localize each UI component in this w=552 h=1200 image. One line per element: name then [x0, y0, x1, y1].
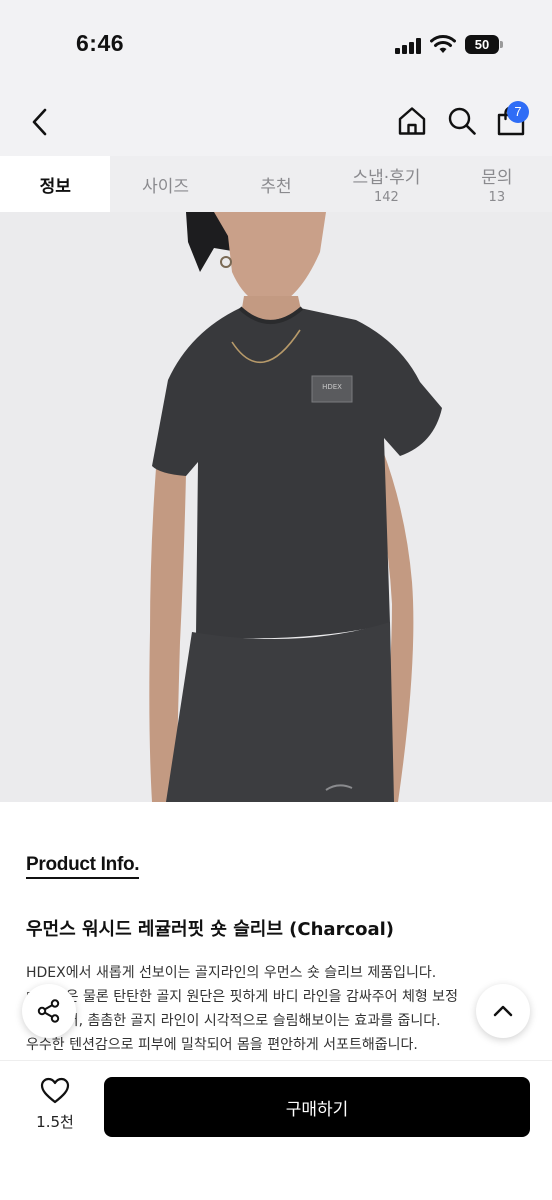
- like-button[interactable]: 1.5천: [26, 1077, 84, 1137]
- description-line: 우수한 텐션감으로 피부에 밀착되어 몸을 편안하게 서포트해줍니다.: [26, 1037, 418, 1053]
- tab-info[interactable]: 정보: [0, 156, 111, 212]
- heart-icon: [40, 1077, 70, 1104]
- cart-count-badge: 7: [507, 101, 529, 123]
- search-button[interactable]: [442, 100, 482, 142]
- buy-button-label: 구매하기: [285, 1099, 349, 1120]
- tab-size[interactable]: 사이즈: [110, 156, 220, 212]
- like-count: 1.5천: [36, 1113, 74, 1131]
- home-icon: [398, 107, 426, 135]
- cellular-signal-icon: [395, 38, 423, 54]
- back-button[interactable]: [20, 102, 60, 142]
- bottom-action-bar: 1.5천 구매하기: [0, 1060, 552, 1200]
- section-title: Product Info.: [26, 854, 140, 879]
- status-time: 6:46: [76, 30, 125, 56]
- status-bar: 6:46 50: [0, 0, 552, 88]
- logo-patch-text: HDEX: [322, 383, 342, 391]
- description-line: □□□어, 촘촘한 골지 라인이 시각적으로 슬림해보이는 효과를 줍니다.: [26, 1013, 441, 1029]
- search-icon: [448, 107, 476, 135]
- share-button[interactable]: [22, 984, 76, 1038]
- tab-label: 추천: [260, 176, 292, 197]
- description-line: HDEX에서 새롭게 선보이는 골지라인의 우먼스 숏 슬리브 제품입니다.: [26, 965, 437, 981]
- tab-count: 142: [374, 190, 399, 205]
- tab-snap-review[interactable]: 스냅·후기 142: [331, 156, 441, 212]
- product-image[interactable]: HDEX: [0, 212, 552, 802]
- tab-label: 사이즈: [142, 176, 190, 197]
- tab-label: 스냅·후기: [352, 168, 421, 188]
- share-icon: [37, 999, 60, 1023]
- scroll-top-button[interactable]: [476, 984, 530, 1038]
- product-name: 우먼스 워시드 레귤러핏 숏 슬리브 (Charcoal): [26, 919, 395, 940]
- wifi-icon: [430, 35, 456, 53]
- chevron-left-icon: [32, 108, 47, 136]
- tab-recommend[interactable]: 추천: [221, 156, 331, 212]
- tab-label: 문의: [481, 168, 513, 188]
- tab-count: 13: [488, 190, 506, 205]
- app-header: [0, 88, 552, 156]
- buy-button[interactable]: 구매하기: [104, 1077, 530, 1137]
- chevron-up-icon: [493, 1005, 513, 1017]
- product-description: HDEX에서 새롭게 선보이는 골지라인의 우먼스 숏 슬리브 제품입니다. □…: [26, 961, 506, 1057]
- tab-label: 정보: [39, 176, 71, 197]
- description-line: □□□은 물론 탄탄한 골지 원단은 핏하게 바디 라인을 감싸주어 체형 보정: [26, 989, 458, 1005]
- home-button[interactable]: [392, 100, 432, 142]
- battery-tip: [500, 41, 503, 48]
- battery-icon: 50: [465, 35, 499, 54]
- tab-inquiry[interactable]: 문의 13: [442, 156, 552, 212]
- model-photo: HDEX: [0, 212, 552, 802]
- product-info-section: Product Info. 우먼스 워시드 레귤러핏 숏 슬리브 (Charco…: [0, 802, 552, 1060]
- product-tabs: 정보 사이즈 추천 스냅·후기 142 문의 13: [0, 156, 552, 212]
